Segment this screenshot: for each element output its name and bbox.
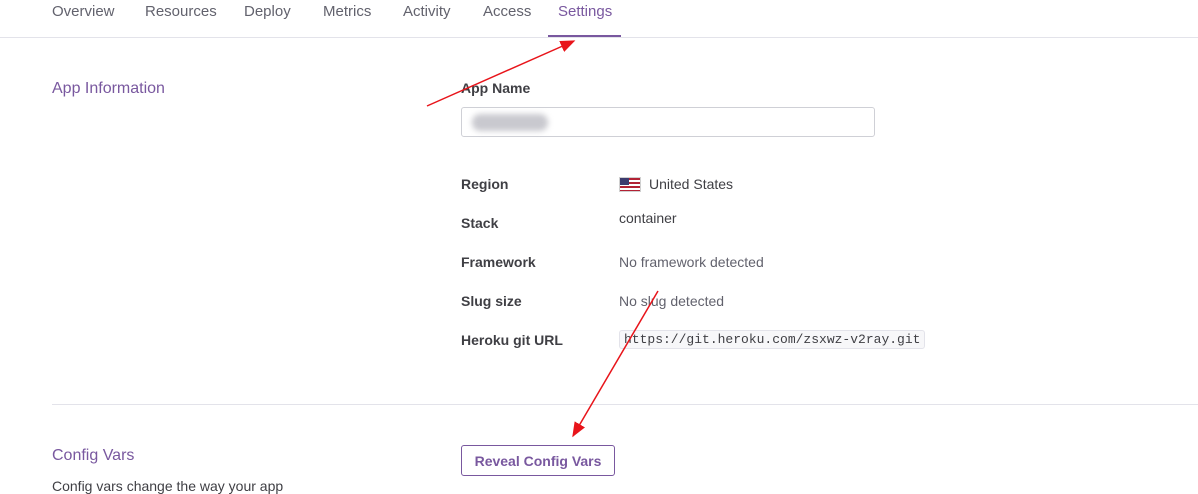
framework-value: No framework detected bbox=[619, 254, 764, 270]
region-label: Region bbox=[461, 176, 509, 192]
section-divider bbox=[52, 404, 1198, 405]
tab-overview[interactable]: Overview bbox=[52, 0, 115, 37]
tab-deploy[interactable]: Deploy bbox=[244, 0, 291, 37]
annotation-arrow-settings bbox=[426, 40, 576, 107]
slug-size-value: No slug detected bbox=[619, 293, 725, 309]
tab-settings[interactable]: Settings bbox=[558, 0, 612, 37]
region-value: United States bbox=[649, 176, 734, 192]
app-name-input[interactable] bbox=[461, 107, 875, 137]
config-vars-description: Config vars change the way your app bbox=[52, 478, 284, 494]
stack-value: container bbox=[619, 210, 677, 226]
app-information-title: App Information bbox=[52, 80, 165, 97]
config-vars-title: Config Vars bbox=[52, 447, 135, 464]
redacted-app-name bbox=[472, 114, 548, 131]
annotation-layer bbox=[426, 40, 659, 438]
tab-metrics[interactable]: Metrics bbox=[323, 0, 371, 37]
tab-access[interactable]: Access bbox=[483, 0, 531, 37]
reveal-config-vars-button[interactable]: Reveal Config Vars bbox=[461, 445, 615, 476]
tab-bar: Overview Resources Deploy Metrics Activi… bbox=[0, 0, 1198, 38]
stack-label: Stack bbox=[461, 215, 499, 231]
heroku-git-url[interactable]: https://git.heroku.com/zsxwz-v2ray.git bbox=[619, 330, 926, 349]
heroku-git-url-label: Heroku git URL bbox=[461, 332, 563, 348]
slug-size-label: Slug size bbox=[461, 293, 522, 309]
tab-activity[interactable]: Activity bbox=[403, 0, 451, 37]
tab-resources[interactable]: Resources bbox=[145, 0, 217, 37]
active-tab-indicator bbox=[548, 35, 621, 37]
app-name-label: App Name bbox=[461, 80, 531, 96]
us-flag-icon bbox=[619, 177, 641, 192]
framework-label: Framework bbox=[461, 254, 536, 270]
annotation-arrow-reveal bbox=[572, 290, 659, 438]
